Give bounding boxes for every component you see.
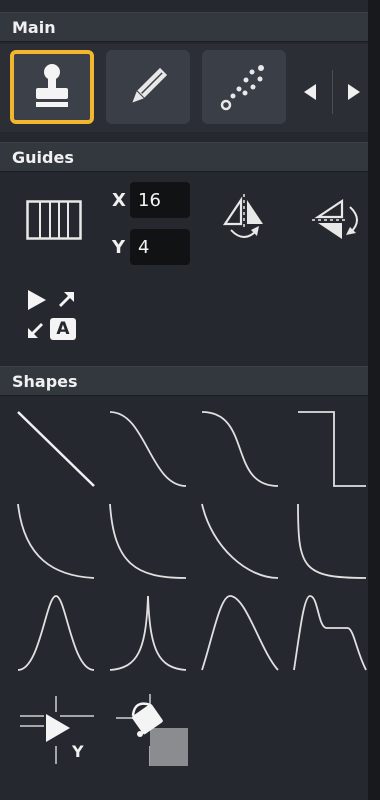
x-label: X bbox=[112, 190, 126, 211]
auto-align-letter: A bbox=[56, 319, 70, 339]
flip-horizontal-button[interactable] bbox=[214, 190, 274, 250]
section-title-shapes: Shapes bbox=[12, 372, 78, 391]
flip-vertical-button[interactable] bbox=[308, 190, 368, 250]
side-rail bbox=[368, 0, 380, 800]
tool-panel: Main Guides X 16 Y 4 A Shapes Y bbox=[0, 0, 368, 800]
concave-deep-curve-icon bbox=[198, 498, 282, 584]
vertical-grid-icon bbox=[26, 200, 82, 240]
section-header-guides: Guides bbox=[0, 142, 368, 172]
shape-bell-button[interactable] bbox=[14, 590, 98, 676]
flip-vertical-icon bbox=[310, 195, 366, 245]
tab-stamp[interactable] bbox=[10, 50, 94, 124]
y-label: Y bbox=[112, 237, 126, 258]
shape-s-gentle-button[interactable] bbox=[106, 406, 190, 492]
scatter-points-icon bbox=[219, 62, 269, 112]
stamp-icon bbox=[30, 63, 74, 111]
y-guide-cursor-icon: Y bbox=[16, 690, 100, 770]
shape-step-button[interactable] bbox=[290, 406, 368, 492]
scroll-tabs-right-button[interactable] bbox=[340, 64, 368, 120]
shape-skewed-peak-button[interactable] bbox=[198, 590, 282, 676]
tab-scatter[interactable] bbox=[202, 50, 286, 124]
flip-horizontal-icon bbox=[219, 192, 269, 248]
paint-bucket-fill-icon bbox=[110, 690, 194, 770]
section-header-main: Main bbox=[0, 12, 368, 42]
pencil-icon bbox=[126, 65, 170, 109]
tab-arrow-divider bbox=[332, 70, 333, 114]
section-header-shapes: Shapes bbox=[0, 366, 368, 396]
fill-button[interactable] bbox=[110, 690, 194, 770]
peak-plateau-curve-icon bbox=[290, 590, 368, 676]
skewed-peak-curve-icon bbox=[198, 590, 282, 676]
s-curve-gentle-icon bbox=[106, 406, 190, 492]
triangle-left-icon bbox=[303, 84, 317, 100]
tab-pencil[interactable] bbox=[106, 50, 190, 124]
section-title-main: Main bbox=[12, 18, 56, 37]
bell-curve-icon bbox=[14, 590, 98, 676]
shape-sharp-elbow-button[interactable] bbox=[290, 498, 368, 584]
vertical-grid-button[interactable] bbox=[24, 190, 84, 250]
triangle-right-icon bbox=[347, 84, 361, 100]
y-guide-button[interactable]: Y bbox=[16, 690, 100, 770]
shape-concave-soft-button[interactable] bbox=[106, 498, 190, 584]
y-guide-letter: Y bbox=[72, 742, 84, 761]
s-curve-steep-icon bbox=[198, 406, 282, 492]
shape-peak-plateau-button[interactable] bbox=[290, 590, 368, 676]
concave-soft-curve-icon bbox=[106, 498, 190, 584]
cursor-expand-auto-icon: A bbox=[22, 284, 82, 344]
spike-curve-icon bbox=[106, 590, 190, 676]
scroll-tabs-left-button[interactable] bbox=[296, 64, 324, 120]
shape-s-steep-button[interactable] bbox=[198, 406, 282, 492]
shape-concave-button[interactable] bbox=[14, 498, 98, 584]
linear-curve-icon bbox=[14, 406, 98, 492]
x-value-input[interactable] bbox=[130, 182, 190, 218]
shape-linear-button[interactable] bbox=[14, 406, 98, 492]
sharp-elbow-curve-icon bbox=[290, 498, 368, 584]
y-value-input[interactable] bbox=[130, 229, 190, 265]
shape-concave-deep-button[interactable] bbox=[198, 498, 282, 584]
step-curve-icon bbox=[290, 406, 368, 492]
concave-curve-icon bbox=[14, 498, 98, 584]
shape-spike-button[interactable] bbox=[106, 590, 190, 676]
section-title-guides: Guides bbox=[12, 148, 74, 167]
auto-align-button[interactable]: A bbox=[22, 284, 82, 344]
